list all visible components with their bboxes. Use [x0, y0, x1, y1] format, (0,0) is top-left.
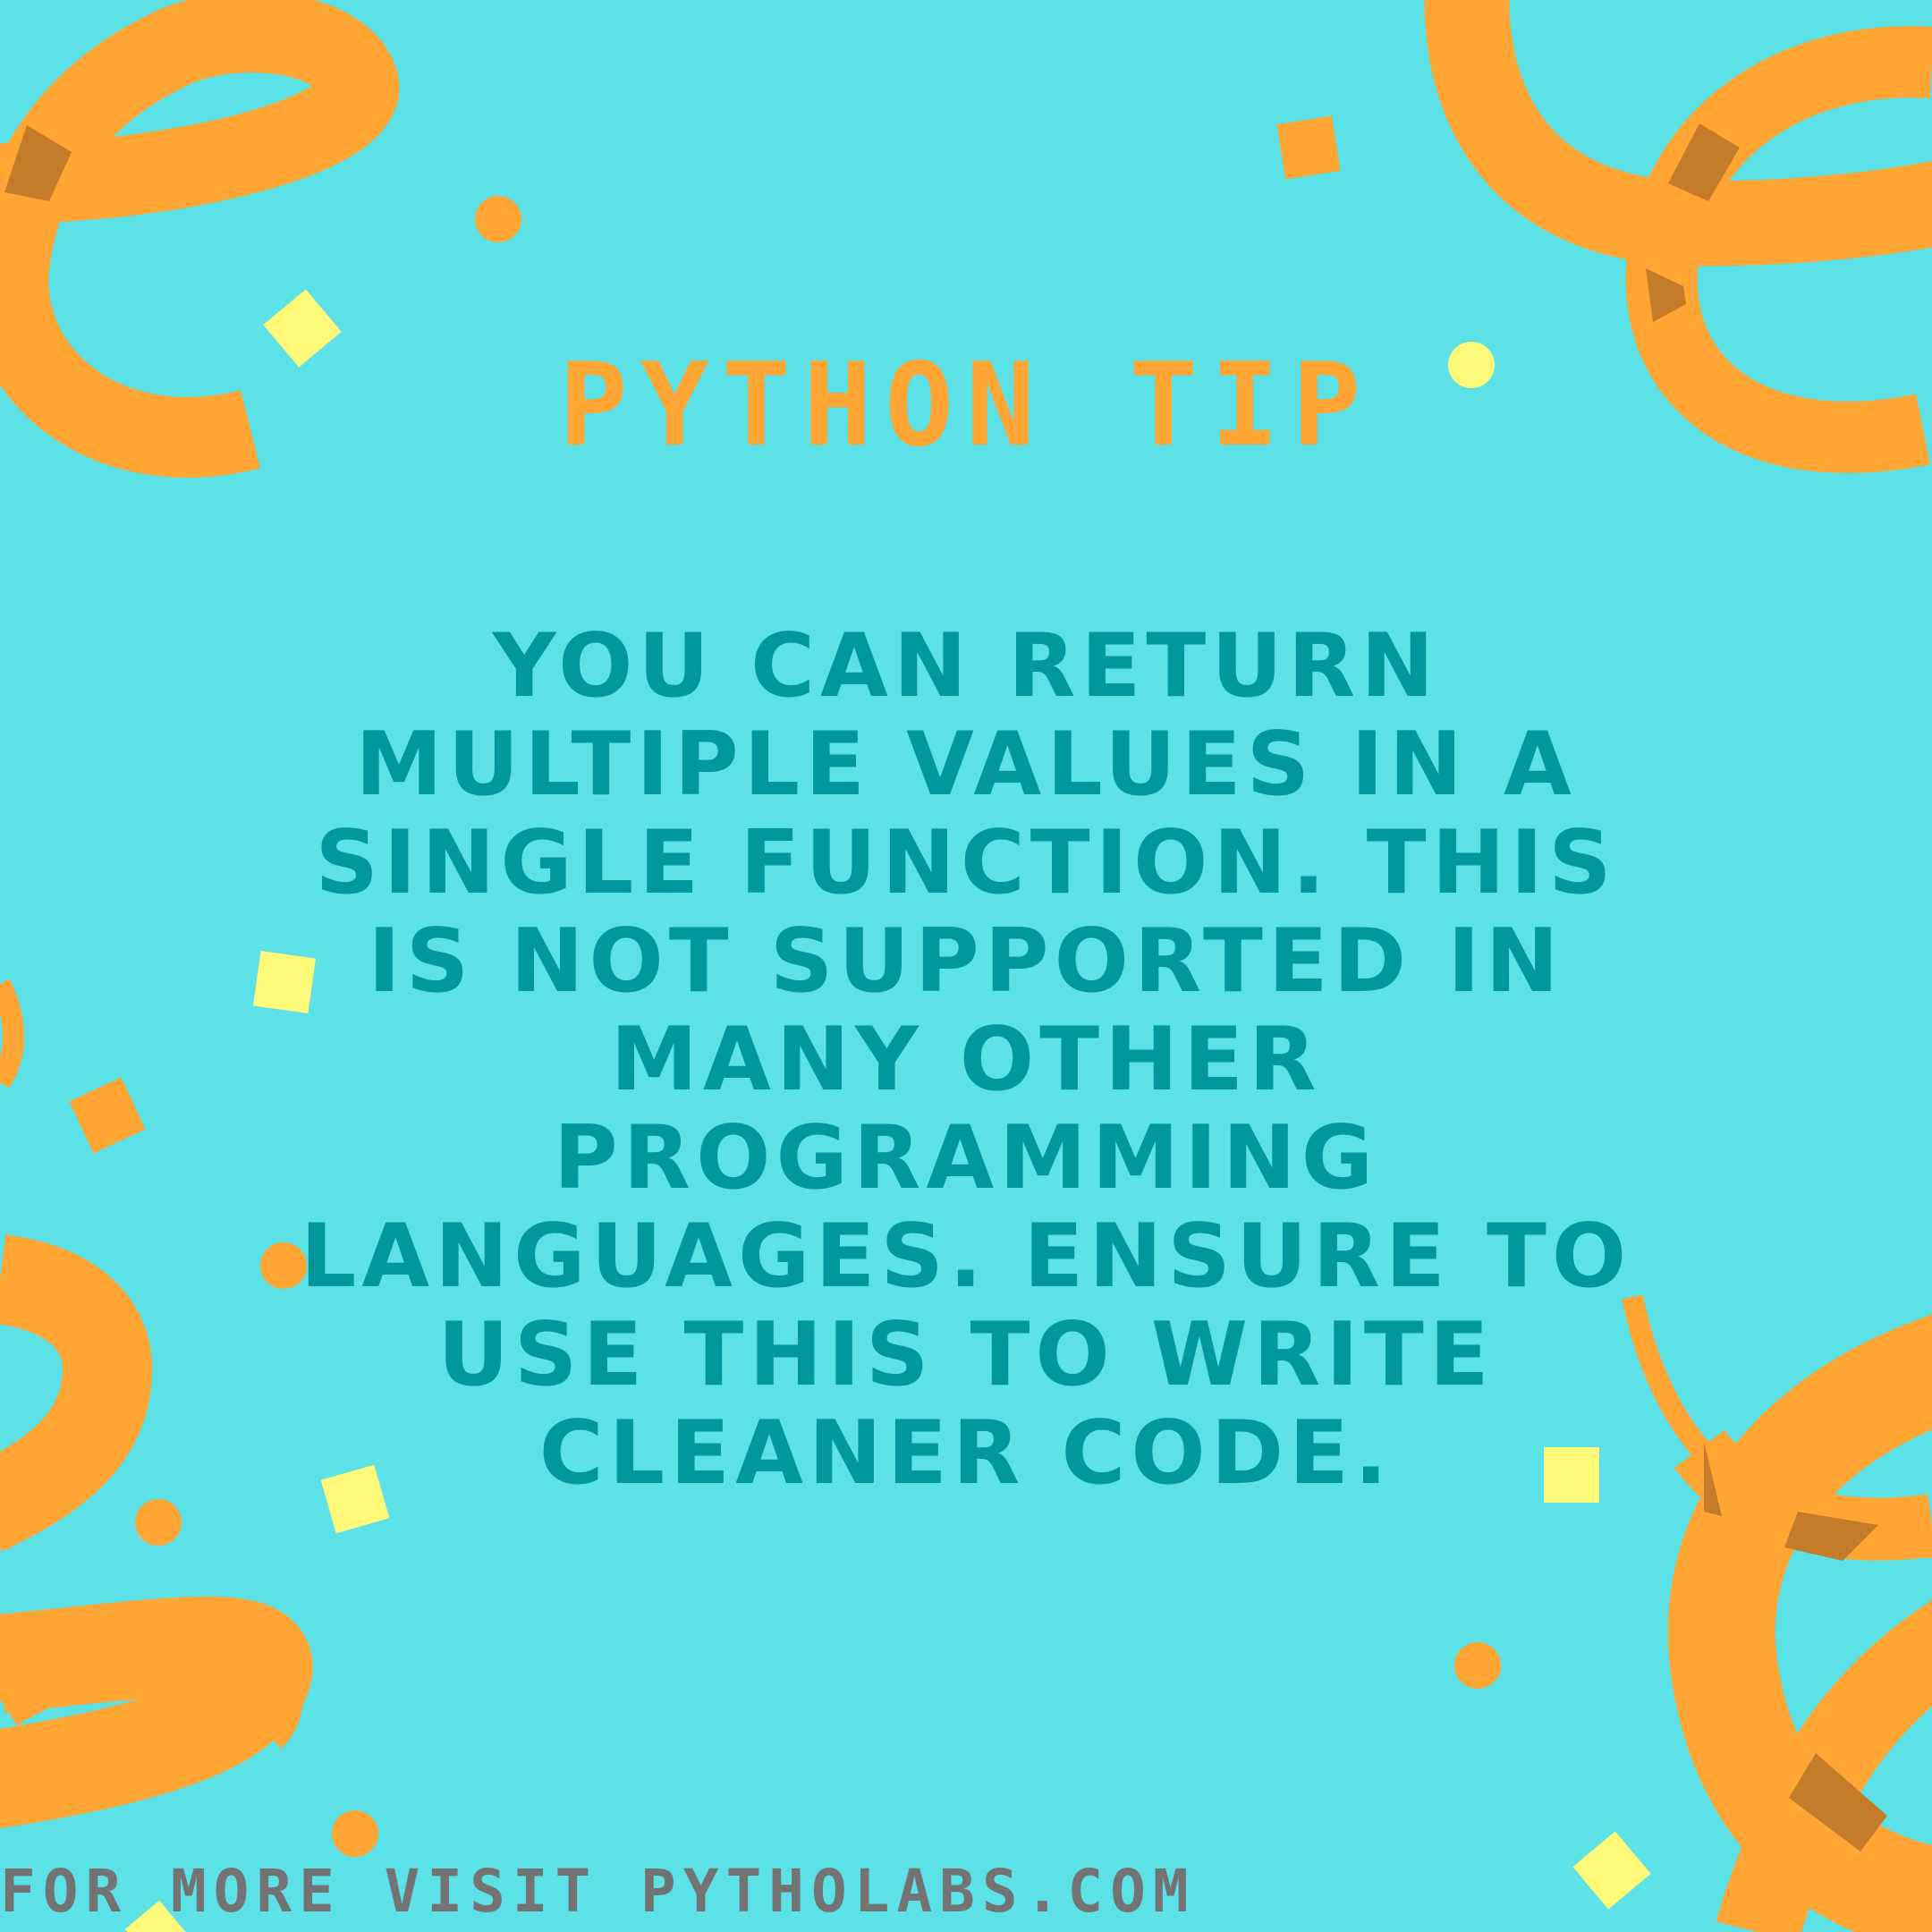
footer-link-text: FOR MORE VISIT PYTHOLABS.COM: [0, 1857, 1196, 1926]
confetti-dot: [332, 1810, 378, 1857]
confetti-dot: [135, 1499, 182, 1546]
tip-text: YOU CAN RETURN MULTIPLE VALUES IN A SING…: [300, 615, 1632, 1504]
confetti-square: [1572, 1831, 1651, 1910]
swirl-shape: [0, 979, 24, 1089]
confetti-square: [69, 1077, 146, 1154]
confetti-dot: [475, 196, 521, 242]
confetti-dot: [1454, 1642, 1501, 1689]
confetti-square: [1276, 115, 1341, 180]
swirl-shape: [0, 1234, 153, 1552]
page-title: PYTHON TIP: [558, 339, 1374, 472]
